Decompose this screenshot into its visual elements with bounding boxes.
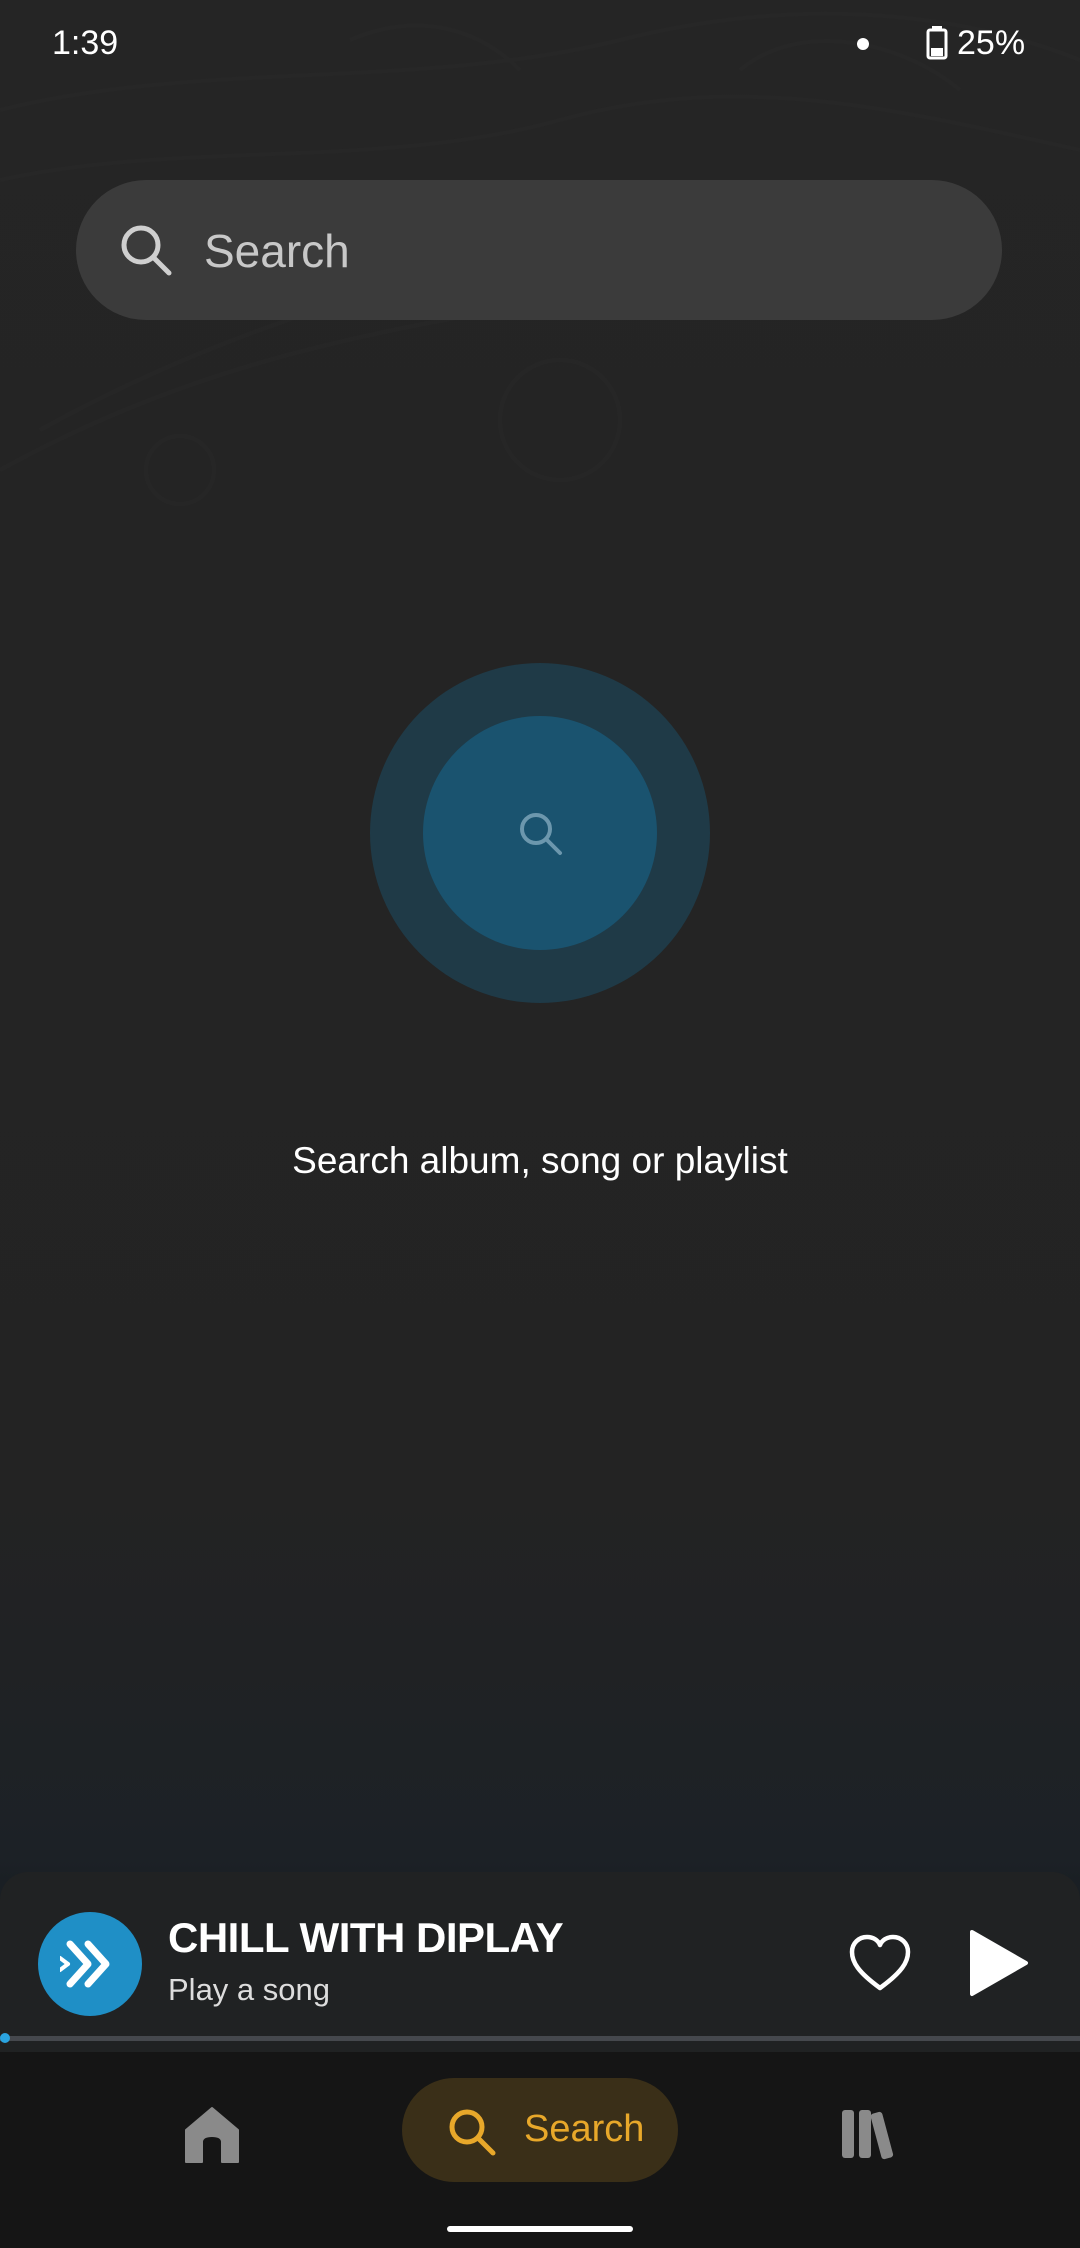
- fast-forward-logo-icon: [60, 1940, 110, 1988]
- play-icon[interactable]: [962, 1928, 1032, 1998]
- nav-tab-search-label: Search: [524, 2108, 645, 2150]
- notification-dot-icon: [857, 38, 869, 50]
- bottom-navigation: Search: [0, 2052, 1080, 2248]
- empty-state-message: Search album, song or playlist: [292, 1140, 788, 1181]
- search-icon: [520, 813, 562, 855]
- battery-percentage: 25%: [957, 24, 1026, 62]
- search-icon: [121, 225, 172, 276]
- nav-tab-search[interactable]: Search: [402, 2078, 678, 2182]
- search-input[interactable]: [202, 210, 966, 292]
- library-icon[interactable]: [838, 2104, 898, 2164]
- player-subtitle: Play a song: [168, 1972, 330, 2007]
- empty-state-circle: [423, 716, 657, 950]
- progress-thumb[interactable]: [0, 2033, 10, 2043]
- empty-state-illustration: [370, 663, 710, 1003]
- home-indicator[interactable]: [447, 2226, 633, 2232]
- player-title: CHILL WITH DIPLAY: [168, 1914, 564, 1961]
- status-bar: 1:39 25%: [0, 0, 1080, 92]
- search-bar[interactable]: [76, 180, 1002, 320]
- station-logo: [38, 1912, 142, 2016]
- search-icon: [449, 2109, 496, 2156]
- search-screen: 1:39 25% Search album, song or playlist: [0, 0, 1080, 2248]
- playback-progress-bar[interactable]: [0, 2033, 1080, 2043]
- favorite-heart-icon[interactable]: [848, 1932, 912, 1996]
- home-icon[interactable]: [180, 2102, 244, 2166]
- battery-icon: [926, 26, 948, 60]
- status-time: 1:39: [52, 24, 119, 62]
- mini-player[interactable]: CHILL WITH DIPLAY Play a song: [0, 1872, 1080, 2052]
